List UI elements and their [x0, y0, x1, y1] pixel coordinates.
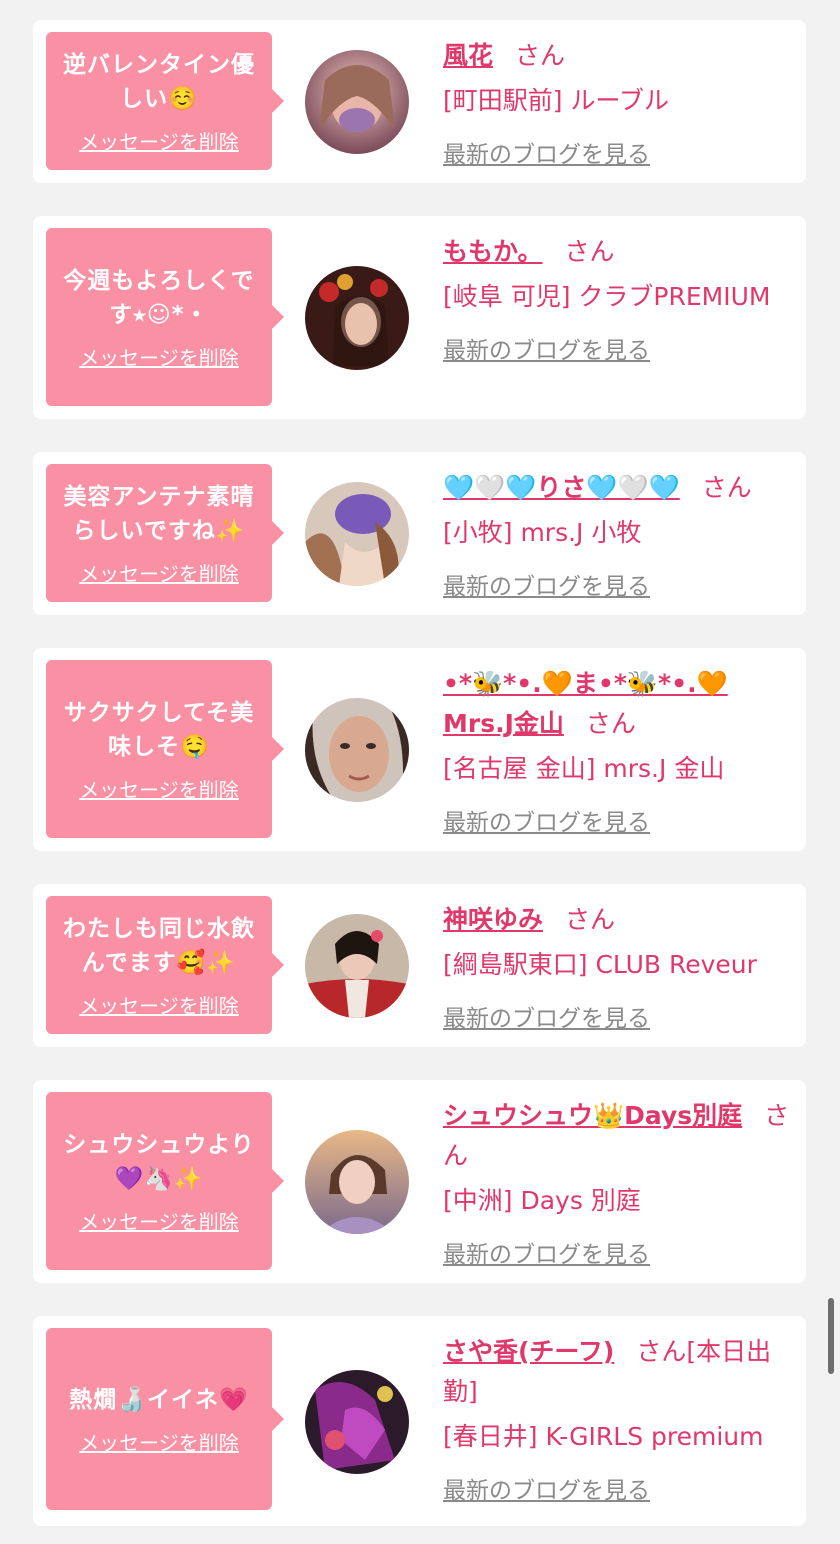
message-card: シュウシュウより💜🦄✨ メッセージを削除 シュウシュウ👑Days別庭 さん [中洲…: [33, 1080, 806, 1283]
message-card: サクサクしてそ美味しそ🤤 メッセージを削除 •*🐝*•.🧡ま•*🐝*•.🧡Mrs…: [33, 648, 806, 851]
scrollbar-thumb[interactable]: [828, 1298, 834, 1374]
shop-name: [名古屋 金山] mrs.J 金山: [443, 754, 725, 783]
delete-message-link[interactable]: メッセージを削除: [79, 990, 239, 1019]
latest-blog-link[interactable]: 最新のブログを見る: [443, 803, 650, 837]
cast-info: •*🐝*•.🧡ま•*🐝*•.🧡Mrs.J金山 さん [名古屋 金山] mrs.J …: [443, 664, 795, 837]
cast-info: 🩵🤍🩵りさ🩵🤍🩵 さん [小牧] mrs.J 小牧 最新のブログを見る: [443, 468, 795, 601]
honorific: さん: [585, 709, 636, 738]
avatar-portrait-icon: [305, 914, 409, 1018]
message-card: わたしも同じ水飲んでます🥰✨ メッセージを削除 神咲ゆみ さん [綱島駅東口] C…: [33, 884, 806, 1047]
avatar-portrait-icon: [305, 698, 409, 802]
avatar-portrait-icon: [305, 482, 409, 586]
cast-name-link[interactable]: 🩵🤍🩵りさ🩵🤍🩵: [443, 473, 680, 502]
latest-blog-link[interactable]: 最新のブログを見る: [443, 135, 650, 169]
avatar[interactable]: [305, 914, 409, 1018]
cast-name-link[interactable]: さや香(チーフ): [443, 1337, 614, 1366]
shop-name: [小牧] mrs.J 小牧: [443, 518, 642, 547]
delete-message-link[interactable]: メッセージを削除: [79, 1206, 239, 1235]
latest-blog-link[interactable]: 最新のブログを見る: [443, 331, 650, 365]
delete-message-link[interactable]: メッセージを削除: [79, 1427, 239, 1456]
message-text: 今週もよろしくです⭑☺︎*・: [63, 267, 255, 328]
cast-name-link[interactable]: 風花: [443, 41, 493, 70]
avatar[interactable]: [305, 482, 409, 586]
latest-blog-link[interactable]: 最新のブログを見る: [443, 999, 650, 1033]
message-bubble: 今週もよろしくです⭑☺︎*・ メッセージを削除: [46, 228, 284, 406]
avatar-portrait-icon: [305, 266, 409, 370]
message-card: 逆バレンタイン優しい☺️ メッセージを削除 風花 さん [町田駅前] ルーブル 最…: [33, 20, 806, 183]
shop-name: [岐阜 可児] クラブPREMIUM: [443, 282, 771, 311]
shop-name: [春日井] K-GIRLS premium: [443, 1422, 764, 1451]
avatar[interactable]: [305, 266, 409, 370]
avatar[interactable]: [305, 50, 409, 154]
shop-name: [中洲] Days 別庭: [443, 1186, 641, 1215]
cast-info: ももか。 さん [岐阜 可児] クラブPREMIUM 最新のブログを見る: [443, 232, 795, 365]
honorific: さん: [515, 41, 566, 70]
message-text: シュウシュウより💜🦄✨: [63, 1131, 255, 1192]
delete-message-link[interactable]: メッセージを削除: [79, 774, 239, 803]
message-text: 熱燗🍶イイネ💗: [69, 1386, 249, 1413]
message-text: 逆バレンタイン優しい☺️: [63, 51, 255, 112]
message-bubble: 熱燗🍶イイネ💗 メッセージを削除: [46, 1328, 284, 1510]
shop-name: [町田駅前] ルーブル: [443, 86, 669, 115]
cast-name-link[interactable]: シュウシュウ👑Days別庭: [443, 1101, 742, 1130]
message-card: 熱燗🍶イイネ💗 メッセージを削除 さや香(チーフ) さん[本日出勤] [春日井] …: [33, 1316, 806, 1526]
avatar[interactable]: [305, 698, 409, 802]
shop-name: [綱島駅東口] CLUB Reveur: [443, 950, 757, 979]
delete-message-link[interactable]: メッセージを削除: [79, 342, 239, 371]
avatar-portrait-icon: [305, 1370, 409, 1474]
message-text: 美容アンテナ素晴らしいですね✨: [63, 483, 255, 544]
cast-name-link[interactable]: ももか。: [443, 237, 543, 266]
latest-blog-link[interactable]: 最新のブログを見る: [443, 1235, 650, 1269]
cast-info: さや香(チーフ) さん[本日出勤] [春日井] K-GIRLS premium 最…: [443, 1332, 795, 1505]
delete-message-link[interactable]: メッセージを削除: [79, 558, 239, 587]
message-bubble: サクサクしてそ美味しそ🤤 メッセージを削除: [46, 660, 284, 838]
cast-name-link[interactable]: 神咲ゆみ: [443, 905, 543, 934]
honorific: さん: [564, 237, 615, 266]
cast-info: 神咲ゆみ さん [綱島駅東口] CLUB Reveur 最新のブログを見る: [443, 900, 795, 1033]
avatar[interactable]: [305, 1130, 409, 1234]
latest-blog-link[interactable]: 最新のブログを見る: [443, 1471, 650, 1505]
message-bubble: シュウシュウより💜🦄✨ メッセージを削除: [46, 1092, 284, 1270]
message-bubble: わたしも同じ水飲んでます🥰✨ メッセージを削除: [46, 896, 284, 1034]
message-bubble: 逆バレンタイン優しい☺️ メッセージを削除: [46, 32, 284, 170]
latest-blog-link[interactable]: 最新のブログを見る: [443, 567, 650, 601]
honorific: さん: [565, 905, 616, 934]
avatar[interactable]: [305, 1370, 409, 1474]
message-text: わたしも同じ水飲んでます🥰✨: [63, 915, 255, 976]
message-bubble: 美容アンテナ素晴らしいですね✨ メッセージを削除: [46, 464, 284, 602]
message-card: 今週もよろしくです⭑☺︎*・ メッセージを削除 ももか。 さん [岐阜 可児] ク…: [33, 216, 806, 419]
avatar-portrait-icon: [305, 1130, 409, 1234]
honorific: さん: [701, 473, 752, 502]
cast-info: シュウシュウ👑Days別庭 さん [中洲] Days 別庭 最新のブログを見る: [443, 1096, 795, 1269]
cast-info: 風花 さん [町田駅前] ルーブル 最新のブログを見る: [443, 36, 795, 169]
delete-message-link[interactable]: メッセージを削除: [79, 126, 239, 155]
message-card: 美容アンテナ素晴らしいですね✨ メッセージを削除 🩵🤍🩵りさ🩵🤍🩵 さん [小牧]…: [33, 452, 806, 615]
avatar-portrait-icon: [305, 50, 409, 154]
message-text: サクサクしてそ美味しそ🤤: [63, 699, 255, 760]
